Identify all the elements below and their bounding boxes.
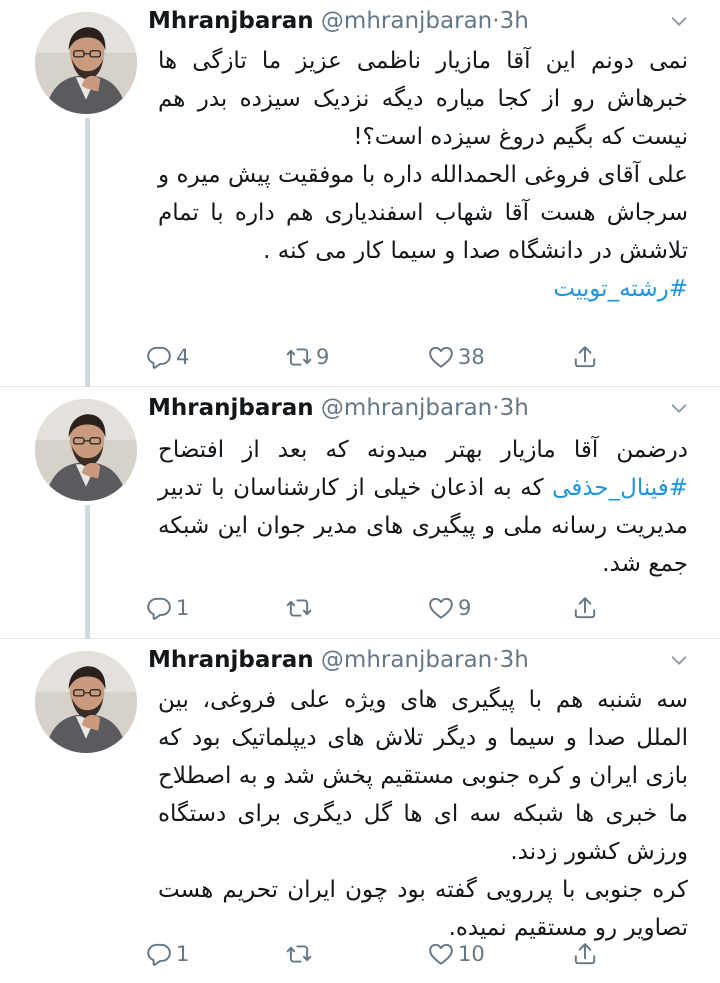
tweet-actions: 1 10 [146,941,616,971]
timestamp[interactable]: 3h [500,647,529,673]
retweet-button[interactable] [286,941,316,967]
tweet-header: Mhranjbaran @mhranjbaran·3h [148,393,529,423]
display-name[interactable]: Mhranjbaran [148,647,314,673]
share-button[interactable] [572,344,602,370]
retweet-button[interactable]: 9 [286,344,329,370]
tweet-text: درضمن آقا مازیار بهتر میدونه که بعد از ا… [158,431,688,583]
tweet-paragraph: سه شنبه هم با پیگیری های ویژه علی فروغی،… [158,687,688,865]
tweet-header: Mhranjbaran @mhranjbaran·3h [148,6,529,36]
like-count: 10 [458,942,485,966]
tweet[interactable]: Mhranjbaran @mhranjbaran·3h نمی دونم این… [0,0,720,387]
avatar[interactable] [35,651,137,753]
like-button[interactable]: 38 [428,344,485,370]
tweet-actions: 4 9 38 [146,344,616,374]
chevron-down-icon[interactable] [668,10,690,32]
share-button[interactable] [572,595,602,621]
separator: · [492,395,500,421]
user-handle[interactable]: @mhranjbaran [321,647,492,673]
reply-count: 4 [176,345,190,369]
tweet-paragraph: نمی دونم این آقا مازیار ناظمی عزیز ما تا… [158,48,688,150]
tweet-paragraph: علی آقای فروغی الحمدالله داره با موفقیت … [158,162,688,264]
thread-line [85,118,90,387]
display-name[interactable]: Mhranjbaran [148,395,314,421]
tweet-header: Mhranjbaran @mhranjbaran·3h [148,645,529,675]
reply-icon [146,344,172,370]
reply-button[interactable]: 1 [146,595,189,621]
like-count: 9 [458,596,472,620]
reply-icon [146,595,172,621]
retweet-count: 9 [316,345,330,369]
tweet[interactable]: Mhranjbaran @mhranjbaran·3h سه شنبه هم ب… [0,639,720,983]
tweet[interactable]: Mhranjbaran @mhranjbaran·3h درضمن آقا ما… [0,387,720,639]
timestamp[interactable]: 3h [500,8,529,34]
like-count: 38 [458,345,485,369]
share-icon [572,941,598,967]
like-button[interactable]: 9 [428,595,471,621]
heart-icon [428,941,454,967]
reply-count: 1 [176,596,190,620]
tweet-text: نمی دونم این آقا مازیار ناظمی عزیز ما تا… [158,42,688,308]
tweet-text-part: درضمن آقا مازیار بهتر میدونه که بعد از ا… [158,437,688,463]
hashtag-link[interactable]: #فینال_حذفی [552,475,688,501]
heart-icon [428,595,454,621]
reply-button[interactable]: 4 [146,344,189,370]
share-button[interactable] [572,941,602,967]
avatar[interactable] [35,12,137,114]
tweet-text: سه شنبه هم با پیگیری های ویژه علی فروغی،… [158,681,688,947]
retweet-icon [286,595,312,621]
retweet-icon [286,941,312,967]
display-name[interactable]: Mhranjbaran [148,8,314,34]
timestamp[interactable]: 3h [500,395,529,421]
hashtag-link[interactable]: #رشته_توییت [553,276,688,302]
share-icon [572,595,598,621]
separator: · [492,8,500,34]
tweet-actions: 1 9 [146,595,616,625]
thread-line [85,505,90,639]
tweet-paragraph: کره جنوبی با پررویی گفته بود چون ایران ت… [158,877,688,941]
chevron-down-icon[interactable] [668,397,690,419]
reply-icon [146,941,172,967]
avatar[interactable] [35,399,137,501]
retweet-icon [286,344,312,370]
reply-button[interactable]: 1 [146,941,189,967]
chevron-down-icon[interactable] [668,649,690,671]
like-button[interactable]: 10 [428,941,485,967]
user-handle[interactable]: @mhranjbaran [321,8,492,34]
reply-count: 1 [176,942,190,966]
heart-icon [428,344,454,370]
share-icon [572,344,598,370]
retweet-button[interactable] [286,595,316,621]
user-handle[interactable]: @mhranjbaran [321,395,492,421]
separator: · [492,647,500,673]
